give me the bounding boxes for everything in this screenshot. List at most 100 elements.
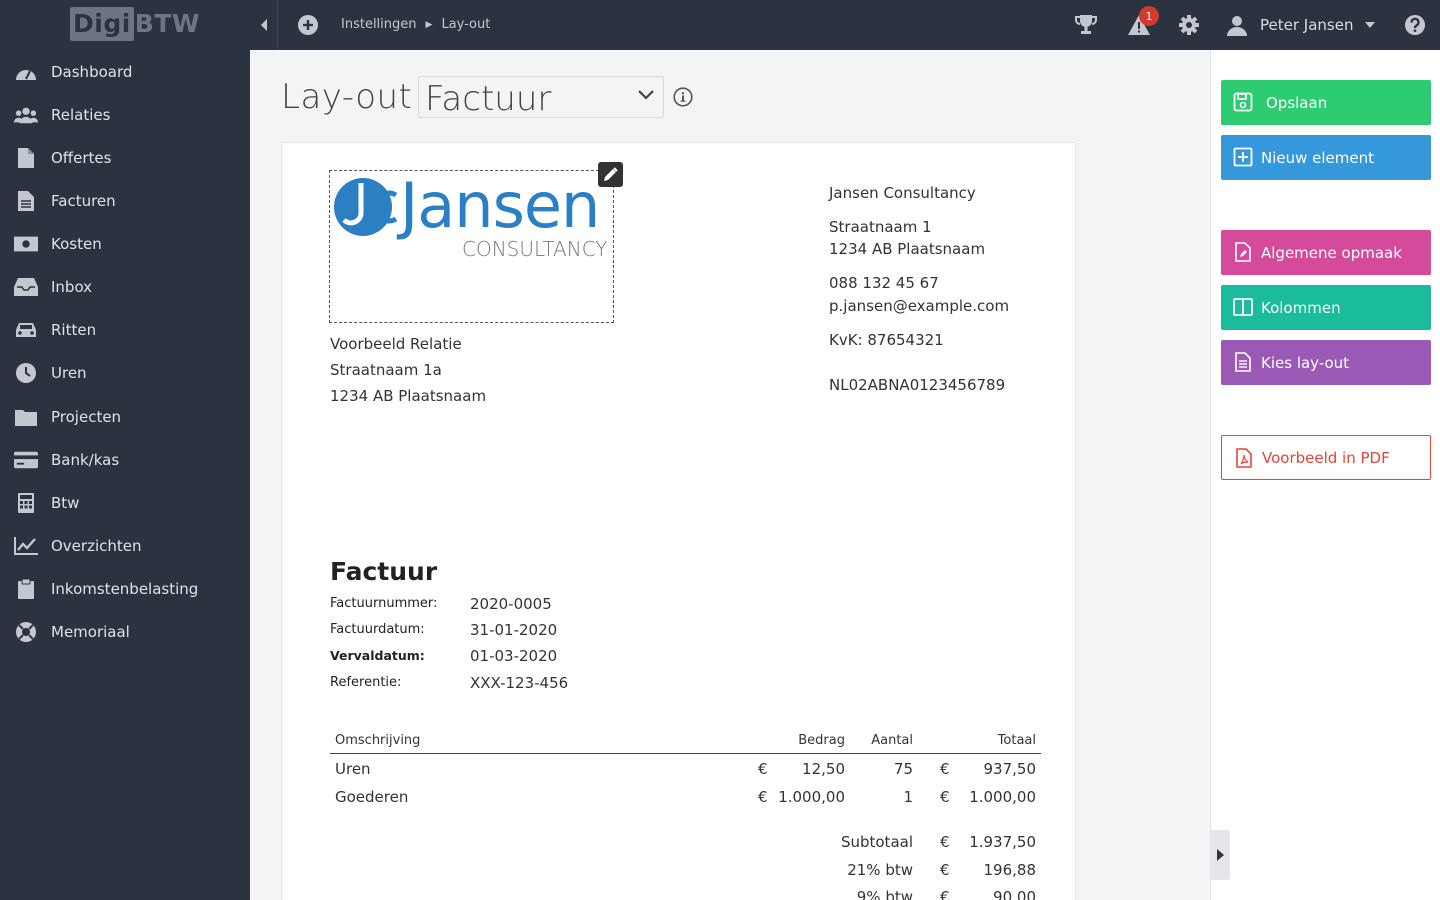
sidebar-item-offertes[interactable]: Offertes bbox=[0, 138, 250, 178]
info-button[interactable] bbox=[673, 87, 693, 111]
sidebar-item-label: Facturen bbox=[51, 192, 116, 210]
plus-square-icon bbox=[1233, 147, 1253, 167]
file-icon bbox=[14, 148, 38, 168]
row-quantity: 1 bbox=[903, 788, 913, 806]
dashboard-icon bbox=[14, 62, 38, 82]
car-icon bbox=[14, 320, 38, 340]
sidebar-item-label: Kosten bbox=[51, 235, 102, 253]
save-label: Opslaan bbox=[1266, 93, 1328, 112]
sidebar-item-label: Projecten bbox=[51, 408, 122, 426]
sidebar-item-uren[interactable]: Uren bbox=[0, 353, 250, 393]
sidebar-item-relaties[interactable]: Relaties bbox=[0, 95, 250, 135]
choose-layout-button[interactable]: Kies lay-out bbox=[1221, 340, 1431, 385]
logo-digi: Digi bbox=[70, 7, 134, 41]
general-format-button[interactable]: Algemene opmaak bbox=[1221, 230, 1431, 275]
sidebar-item-inkomstenbelasting[interactable]: Inkomstenbelasting bbox=[0, 569, 250, 609]
meta-value: 2020-0005 bbox=[470, 595, 552, 613]
new-element-label: Nieuw element bbox=[1261, 148, 1375, 167]
sidebar-item-label: Memoriaal bbox=[51, 623, 130, 641]
logo-subtitle: CONSULTANCY bbox=[462, 237, 608, 261]
vat9-value: 90,00 bbox=[993, 888, 1036, 900]
inbox-icon bbox=[14, 277, 38, 297]
general-format-label: Algemene opmaak bbox=[1261, 243, 1402, 262]
logo-element[interactable]: Jansen CONSULTANCY bbox=[329, 169, 614, 323]
sidebar-item-inbox[interactable]: Inbox bbox=[0, 267, 250, 307]
gear-icon bbox=[1179, 15, 1199, 35]
invoice-title: Factuur bbox=[330, 557, 438, 586]
users-icon bbox=[14, 105, 38, 125]
vat9-label: 9% btw bbox=[856, 888, 913, 900]
clock-icon bbox=[14, 363, 38, 383]
settings-button[interactable] bbox=[1177, 13, 1201, 37]
sidebar-item-label: Uren bbox=[51, 364, 87, 382]
columns-button[interactable]: Kolommen bbox=[1221, 285, 1431, 330]
help-button[interactable] bbox=[1403, 13, 1427, 37]
logo-mark-icon bbox=[334, 178, 398, 236]
recipient-name: Voorbeeld Relatie bbox=[330, 335, 462, 353]
sidebar-item-btw[interactable]: Btw bbox=[0, 483, 250, 523]
sidebar-item-bank-kas[interactable]: Bank/kas bbox=[0, 440, 250, 480]
sidebar-collapse-button[interactable] bbox=[250, 0, 278, 50]
sidebar-item-label: Inbox bbox=[51, 278, 93, 296]
columns-icon bbox=[1233, 298, 1253, 316]
sidebar-item-label: Overzichten bbox=[51, 537, 142, 555]
meta-value: 01-03-2020 bbox=[470, 647, 558, 665]
app-logo[interactable]: Digi BTW bbox=[70, 7, 200, 41]
invoice-icon bbox=[14, 191, 38, 211]
columns-label: Kolommen bbox=[1261, 298, 1341, 317]
row-total: 937,50 bbox=[983, 760, 1037, 778]
sidebar-item-label: Offertes bbox=[51, 149, 112, 167]
sidebar-item-facturen[interactable]: Facturen bbox=[0, 181, 250, 221]
row-quantity: 75 bbox=[893, 760, 913, 778]
sender-email: p.jansen@example.com bbox=[829, 297, 1010, 315]
meta-label: Referentie: bbox=[330, 675, 402, 690]
caret-right-icon: ▶ bbox=[425, 19, 433, 30]
file-text-icon bbox=[1235, 352, 1251, 372]
edit-logo-button[interactable] bbox=[598, 162, 623, 187]
caret-down-icon bbox=[1365, 22, 1376, 28]
vat21-value: 196,88 bbox=[983, 861, 1037, 879]
user-name: Peter Jansen bbox=[1260, 16, 1354, 34]
sidebar-item-projecten[interactable]: Projecten bbox=[0, 397, 250, 437]
file-pdf-icon bbox=[1236, 448, 1252, 468]
save-button[interactable]: Opslaan bbox=[1221, 80, 1431, 125]
chevron-left-icon bbox=[260, 19, 267, 31]
clipboard-icon bbox=[14, 579, 38, 599]
preview-pdf-button[interactable]: Voorbeeld in PDF bbox=[1221, 435, 1431, 480]
main-content: Lay-out Factuur Jansen CONSULTANCY Voorb… bbox=[250, 50, 1210, 900]
row-total: 1.000,00 bbox=[969, 788, 1036, 806]
recipient-street: Straatnaam 1a bbox=[330, 361, 442, 379]
info-icon bbox=[673, 87, 693, 107]
breadcrumb-item-settings[interactable]: Instellingen bbox=[341, 17, 417, 32]
top-bar: Digi BTW Instellingen ▶ Lay-out 1 Peter J… bbox=[0, 0, 1440, 50]
sender-iban: NL02ABNA0123456789 bbox=[829, 376, 1006, 394]
layout-type-select[interactable]: Factuur bbox=[418, 76, 664, 119]
sidebar-item-overzichten[interactable]: Overzichten bbox=[0, 526, 250, 566]
new-element-button[interactable]: Nieuw element bbox=[1221, 135, 1431, 180]
breadcrumb: Instellingen ▶ Lay-out bbox=[341, 17, 490, 32]
floppy-disk-icon bbox=[1233, 92, 1253, 112]
user-icon bbox=[1227, 16, 1247, 36]
preview-pdf-label: Voorbeeld in PDF bbox=[1262, 448, 1390, 467]
breadcrumb-item-layout[interactable]: Lay-out bbox=[441, 17, 490, 32]
user-menu[interactable]: Peter Jansen bbox=[1226, 13, 1376, 37]
panel-toggle-button[interactable] bbox=[1210, 830, 1230, 880]
table-divider bbox=[330, 753, 1041, 754]
sidebar-item-memoriaal[interactable]: Memoriaal bbox=[0, 612, 250, 652]
folder-icon bbox=[14, 407, 38, 427]
sidebar-item-dashboard[interactable]: Dashboard bbox=[0, 52, 250, 92]
caret-right-icon bbox=[1216, 849, 1224, 861]
notification-badge: 1 bbox=[1139, 6, 1159, 26]
trophy-button[interactable] bbox=[1074, 13, 1098, 37]
sidebar-item-ritten[interactable]: Ritten bbox=[0, 310, 250, 350]
sender-company: Jansen Consultancy bbox=[829, 184, 976, 202]
action-panel: Opslaan Nieuw element Algemene opmaak Ko… bbox=[1210, 50, 1440, 900]
column-header-quantity: Aantal bbox=[871, 733, 913, 748]
sender-street: Straatnaam 1 bbox=[829, 218, 932, 236]
money-icon bbox=[14, 234, 38, 254]
sidebar-item-kosten[interactable]: Kosten bbox=[0, 224, 250, 264]
lifebuoy-icon bbox=[14, 622, 38, 642]
quick-add-button[interactable] bbox=[296, 13, 320, 37]
sidebar-item-label: Bank/kas bbox=[51, 451, 120, 469]
sidebar-item-label: Relaties bbox=[51, 106, 111, 124]
